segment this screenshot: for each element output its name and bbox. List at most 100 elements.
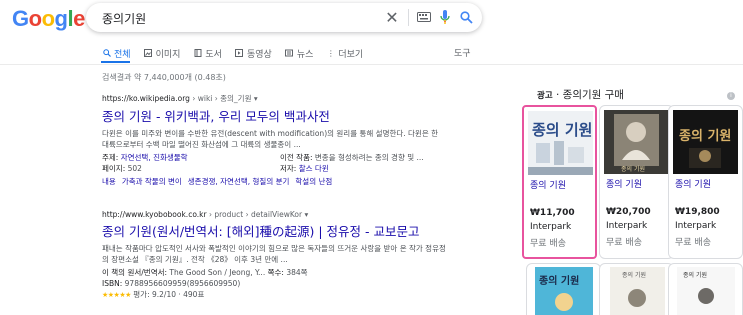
result-breadcrumb: › product › detailViewKor: [206, 210, 303, 219]
fact-key: 페이지:: [102, 164, 126, 173]
shopping-header: 광고 · 종의기원 구매: [537, 87, 624, 102]
product-store: Interpark: [530, 222, 572, 232]
sitelink[interactable]: 생존경쟁, 자연선택, 형질의 분기: [188, 177, 290, 186]
tab-news[interactable]: 뉴스: [285, 47, 314, 60]
tab-label: 전체: [114, 49, 131, 60]
cover-title: 종의 기원: [532, 121, 592, 139]
tab-books[interactable]: 도서: [193, 47, 222, 60]
chevron-down-icon[interactable]: ▾: [304, 210, 308, 219]
result-facts: 주제: 자연선택, 진화생물학 이전 작품: 변종을 형성하려는 종의 경향 및…: [102, 152, 447, 174]
fact-value-link[interactable]: 자연선택, 진화생물학: [121, 153, 188, 162]
keyboard-icon[interactable]: [416, 8, 432, 26]
result-title-link[interactable]: 종의 기원(원서/번역서: [해외]種の起源) | 정유정 - 교보문고: [102, 221, 447, 240]
tab-images[interactable]: 이미지: [144, 47, 181, 60]
logo-letter: o: [41, 6, 55, 31]
book-cover-image: 종의 기원: [535, 267, 593, 315]
tab-videos[interactable]: 동영상: [235, 47, 272, 60]
google-logo[interactable]: Google: [12, 6, 85, 32]
cover-title: 종의 기원: [622, 271, 646, 279]
fact-value: 384쪽: [286, 268, 308, 277]
product-card[interactable]: 종의 기원 종의 기원 ₩20,700 Interpark 무료 배송: [599, 105, 674, 259]
product-shipping: 무료 배송: [675, 238, 711, 248]
ad-label: 광고: [537, 91, 553, 101]
fact-key: 주제:: [102, 153, 119, 162]
sitelink[interactable]: 학설의 난점: [295, 177, 332, 186]
rating-stars-icon: ★★★★★: [102, 291, 131, 299]
book-cover-image: 종의 기원: [673, 110, 738, 174]
fact-value: 502: [127, 164, 142, 173]
logo-letter: g: [54, 6, 68, 31]
search-icon[interactable]: [458, 8, 474, 26]
tab-label: 이미지: [155, 49, 181, 60]
result-rating: ★★★★★ 평가: 9.2/10 · 490표: [102, 289, 447, 301]
result-snippet: 패내는 작품마다 압도적인 서사와 폭발적인 이야기의 힘으로 많은 독자들의 …: [102, 244, 446, 264]
mic-icon[interactable]: [438, 8, 452, 26]
search-divider: [408, 9, 409, 26]
result-title-link[interactable]: 종의 기원 - 위키백과, 우리 모두의 백과사전: [102, 106, 447, 125]
fact-item: 페이지: 502: [102, 163, 280, 174]
info-icon[interactable]: i: [727, 92, 735, 100]
news-icon: [285, 49, 294, 58]
cover-title: 종의 기원: [679, 128, 731, 144]
tab-label: 동영상: [246, 49, 272, 60]
result-url[interactable]: https://ko.wikipedia.org › wiki › 종의_기원 …: [102, 93, 447, 104]
product-card[interactable]: 종의 기원 종의 기원 ₩11,700 Interpark 무료 배송: [522, 105, 597, 259]
product-title-link[interactable]: 종의 기원: [530, 178, 566, 191]
tab-more[interactable]: ⋮ 더보기: [326, 47, 363, 60]
fact-item: 주제: 자연선택, 진화생물학: [102, 152, 280, 163]
fact-item: 이전 작품: 변종을 형성하려는 종의 경향 및 ...: [280, 152, 450, 163]
tools-button[interactable]: 도구: [454, 46, 471, 59]
book-cover-image: 종의 기원: [610, 267, 665, 315]
image-icon: [144, 49, 153, 58]
search-icon: [102, 49, 111, 58]
logo-letter: e: [73, 6, 85, 31]
product-card[interactable]: 종의 기원: [668, 263, 743, 315]
fact-value: 9788956609959(8956609950): [124, 279, 241, 288]
result-snippet: 다윈은 이를 미주와 변이를 수반한 유전(descent with modif…: [102, 129, 439, 149]
fact-key: 이 책의 원서/번역서:: [102, 268, 168, 277]
search-result-kyobobook: http://www.kyobobook.co.kr › product › d…: [102, 210, 447, 301]
cover-title: 종의 기원: [621, 165, 645, 173]
product-store: Interpark: [606, 221, 648, 231]
product-title-link[interactable]: 종의 기원: [675, 177, 711, 190]
product-card[interactable]: 종의 기원 종의 기원 ₩19,800 Interpark 무료 배송: [668, 105, 743, 259]
product-price: ₩20,700: [606, 207, 651, 217]
result-domain: https://ko.wikipedia.org: [102, 94, 190, 103]
sitelink[interactable]: 가축과 작물의 변이: [122, 177, 182, 186]
search-input[interactable]: 종의기원: [102, 10, 146, 27]
logo-letter: o: [28, 6, 42, 31]
fact-value: The Good Son / Jeong, Y...: [169, 268, 266, 277]
fact-value-link[interactable]: 찰스 다윈: [299, 164, 329, 173]
product-card[interactable]: 종의 기원: [526, 263, 601, 315]
video-icon: [235, 49, 244, 58]
tab-label: 뉴스: [296, 49, 314, 60]
more-vert-icon: ⋮: [326, 48, 335, 58]
logo-letter: G: [12, 6, 29, 31]
clear-icon[interactable]: ✕: [384, 8, 400, 27]
result-original-info: 이 책의 원서/번역서: The Good Son / Jeong, Y... …: [102, 267, 447, 278]
shopping-title: · 종의기원 구매: [552, 89, 624, 101]
search-tabs: 전체 이미지 도서 동영상 뉴스 ⋮ 더보기: [102, 45, 376, 61]
product-title-link[interactable]: 종의 기원: [606, 177, 642, 190]
result-breadcrumb: › wiki › 종의_기원: [189, 94, 252, 103]
cover-title: 종의 기원: [683, 271, 707, 279]
search-box[interactable]: 종의기원 ✕: [86, 3, 482, 32]
product-price: ₩11,700: [530, 208, 575, 218]
header-divider: [0, 64, 743, 65]
sitelink[interactable]: 내용: [102, 177, 116, 186]
product-card[interactable]: 종의 기원: [599, 263, 674, 315]
product-store: Interpark: [675, 221, 717, 231]
result-sitelinks: 내용 가축과 작물의 변이 생존경쟁, 자연선택, 형질의 분기 학설의 난점: [102, 176, 447, 187]
product-shipping: 무료 배송: [606, 238, 642, 248]
book-icon: [193, 49, 202, 58]
rating-text: 평가: 9.2/10 · 490표: [133, 290, 205, 299]
fact-key: ISBN:: [102, 279, 123, 288]
product-price: ₩19,800: [675, 207, 720, 217]
chevron-down-icon[interactable]: ▾: [254, 94, 258, 103]
result-url[interactable]: http://www.kyobobook.co.kr › product › d…: [102, 210, 447, 219]
fact-key: 쪽수:: [267, 268, 284, 277]
product-shipping: 무료 배송: [530, 239, 566, 249]
active-tab-indicator: [101, 61, 130, 63]
tab-all[interactable]: 전체: [102, 47, 131, 60]
result-domain: http://www.kyobobook.co.kr: [102, 210, 207, 219]
